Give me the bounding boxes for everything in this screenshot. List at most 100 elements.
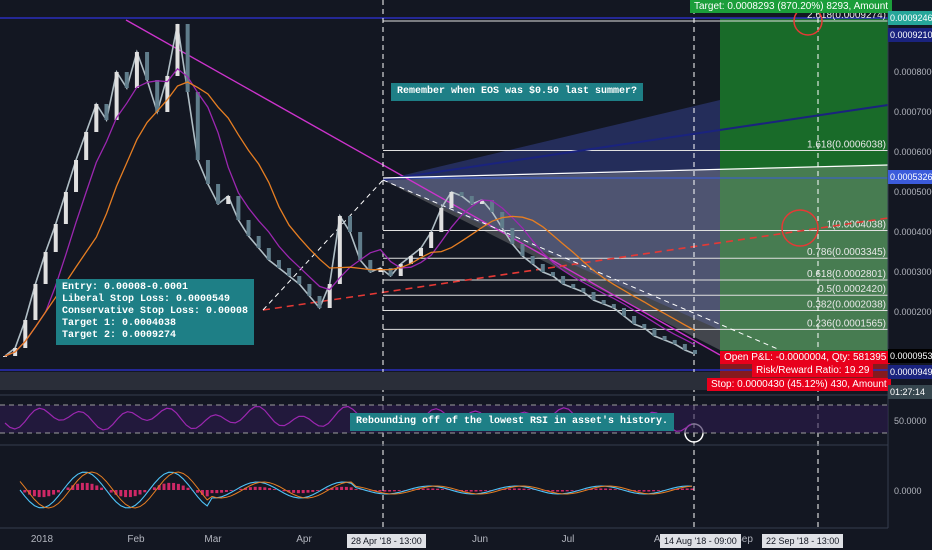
- macd-hist-14: [85, 482, 89, 490]
- candle-3: [33, 284, 38, 320]
- note-entry: Entry: 0.00008-0.0001 Liberal Stop Loss:…: [56, 279, 255, 345]
- macd-hist-75: [378, 490, 382, 492]
- macd-hist-115: [570, 490, 574, 491]
- macd-hist-40: [210, 490, 214, 494]
- macd-hist-52: [268, 488, 272, 490]
- candle-20: [205, 160, 210, 184]
- candle-7: [74, 160, 79, 192]
- candle-42: [429, 232, 434, 248]
- macd-hist-53: [272, 489, 276, 490]
- macd-hist-78: [392, 490, 396, 492]
- macd-hist-13: [80, 482, 84, 490]
- macd-hist-1: [23, 490, 27, 493]
- candle-10: [104, 104, 109, 120]
- candle-34: [348, 216, 352, 232]
- candle-68: [693, 350, 697, 354]
- candle-44: [449, 192, 454, 208]
- candle-66: [672, 340, 677, 344]
- macd-hist-26: [143, 490, 147, 493]
- macd-hist-58: [296, 490, 300, 494]
- macd-hist-57: [292, 490, 296, 493]
- macd-hist-121: [599, 488, 603, 490]
- candle-64: [652, 328, 657, 336]
- price-tag-recent-high: 0.0005326: [888, 170, 932, 184]
- macd-hist-120: [594, 488, 598, 490]
- macd-hist-33: [176, 483, 180, 490]
- macd-hist-131: [647, 490, 651, 492]
- rr-label: Risk/Reward Ratio: 19.29: [752, 364, 874, 377]
- macd-hist-124: [613, 489, 617, 490]
- macd-hist-60: [306, 490, 310, 493]
- candle-25: [256, 236, 261, 248]
- y-tick-3: 0.0005000: [894, 187, 932, 197]
- macd-hist-87: [436, 488, 440, 490]
- macd-hist-88: [440, 489, 444, 490]
- candle-65: [662, 336, 667, 340]
- macd-hist-12: [76, 483, 80, 490]
- x-tick-1: Feb: [127, 534, 145, 545]
- fib-label-5: 0.5(0.0002420): [818, 284, 886, 295]
- candle-62: [632, 316, 637, 324]
- macd-hist-10: [66, 487, 70, 490]
- y-tick-4: 0.0004000: [894, 227, 932, 237]
- macd-hist-42: [220, 490, 224, 493]
- macd-hist-133: [656, 490, 660, 491]
- candle-0: [3, 356, 7, 357]
- macd-hist-68: [344, 486, 348, 490]
- macd-hist-62: [316, 490, 320, 491]
- macd-hist-21: [119, 490, 123, 497]
- target-label: Target: 0.0008293 (870.20%) 8293, Amount: [690, 0, 893, 13]
- macd-hist-97: [484, 490, 488, 491]
- candle-21: [216, 184, 221, 204]
- fib-label-1: 1.618(0.0006038): [807, 139, 886, 150]
- rsi-tick: 50.0000: [894, 416, 927, 426]
- candle-23: [236, 196, 241, 220]
- macd-hist-24: [133, 490, 137, 497]
- fib-label-7: 0.236(0.0001565): [807, 318, 886, 329]
- macd-tick: 0.0000: [894, 486, 922, 496]
- candle-60: [611, 304, 616, 308]
- note-rsi: Rebounding off of the lowest RSI in asse…: [350, 413, 675, 431]
- macd-hist-8: [56, 490, 60, 493]
- macd-hist-79: [397, 490, 401, 491]
- x-tick-0: 2018: [31, 534, 54, 545]
- candle-2: [23, 320, 28, 348]
- candle-11: [114, 72, 119, 120]
- price-tag-target: 0.0009246: [888, 11, 932, 25]
- macd-hist-113: [560, 490, 564, 492]
- macd-hist-17: [100, 487, 104, 490]
- macd-hist-102: [508, 488, 512, 490]
- macd-hist-51: [263, 487, 267, 490]
- macd-hist-84: [421, 488, 425, 490]
- macd-hist-66: [335, 487, 339, 490]
- fib-label-4: 0.618(0.0002801): [807, 269, 886, 280]
- macd-hist-86: [431, 488, 435, 490]
- candle-31: [317, 296, 322, 308]
- macd-hist-93: [464, 490, 468, 492]
- x-tick-4: Jun: [472, 534, 488, 545]
- macd-hist-50: [258, 486, 262, 490]
- candle-54: [550, 272, 555, 276]
- macd-hist-43: [224, 490, 228, 492]
- candle-5: [53, 224, 58, 252]
- macd-hist-103: [512, 488, 516, 490]
- candle-63: [642, 324, 647, 328]
- macd-hist-70: [354, 489, 358, 490]
- candle-26: [266, 248, 271, 260]
- candle-9: [94, 104, 99, 132]
- macd-hist-69: [349, 487, 353, 490]
- volume-band: [0, 372, 720, 390]
- macd-hist-132: [652, 490, 656, 492]
- x-tick-2: Mar: [204, 534, 222, 545]
- price-tag-current: 0.0000953: [888, 349, 932, 363]
- macd-hist-129: [637, 490, 641, 492]
- candle-29: [297, 276, 302, 284]
- date-tag-aug: 14 Aug '18 - 09:00: [660, 534, 741, 548]
- macd-hist-5: [42, 490, 46, 498]
- price-tag-high: 0.0009210: [888, 28, 932, 42]
- candle-35: [358, 232, 363, 260]
- candle-19: [195, 92, 200, 160]
- macd-hist-25: [138, 490, 142, 495]
- macd-hist-16: [95, 485, 99, 490]
- y-tick-2: 0.0006000: [894, 147, 932, 157]
